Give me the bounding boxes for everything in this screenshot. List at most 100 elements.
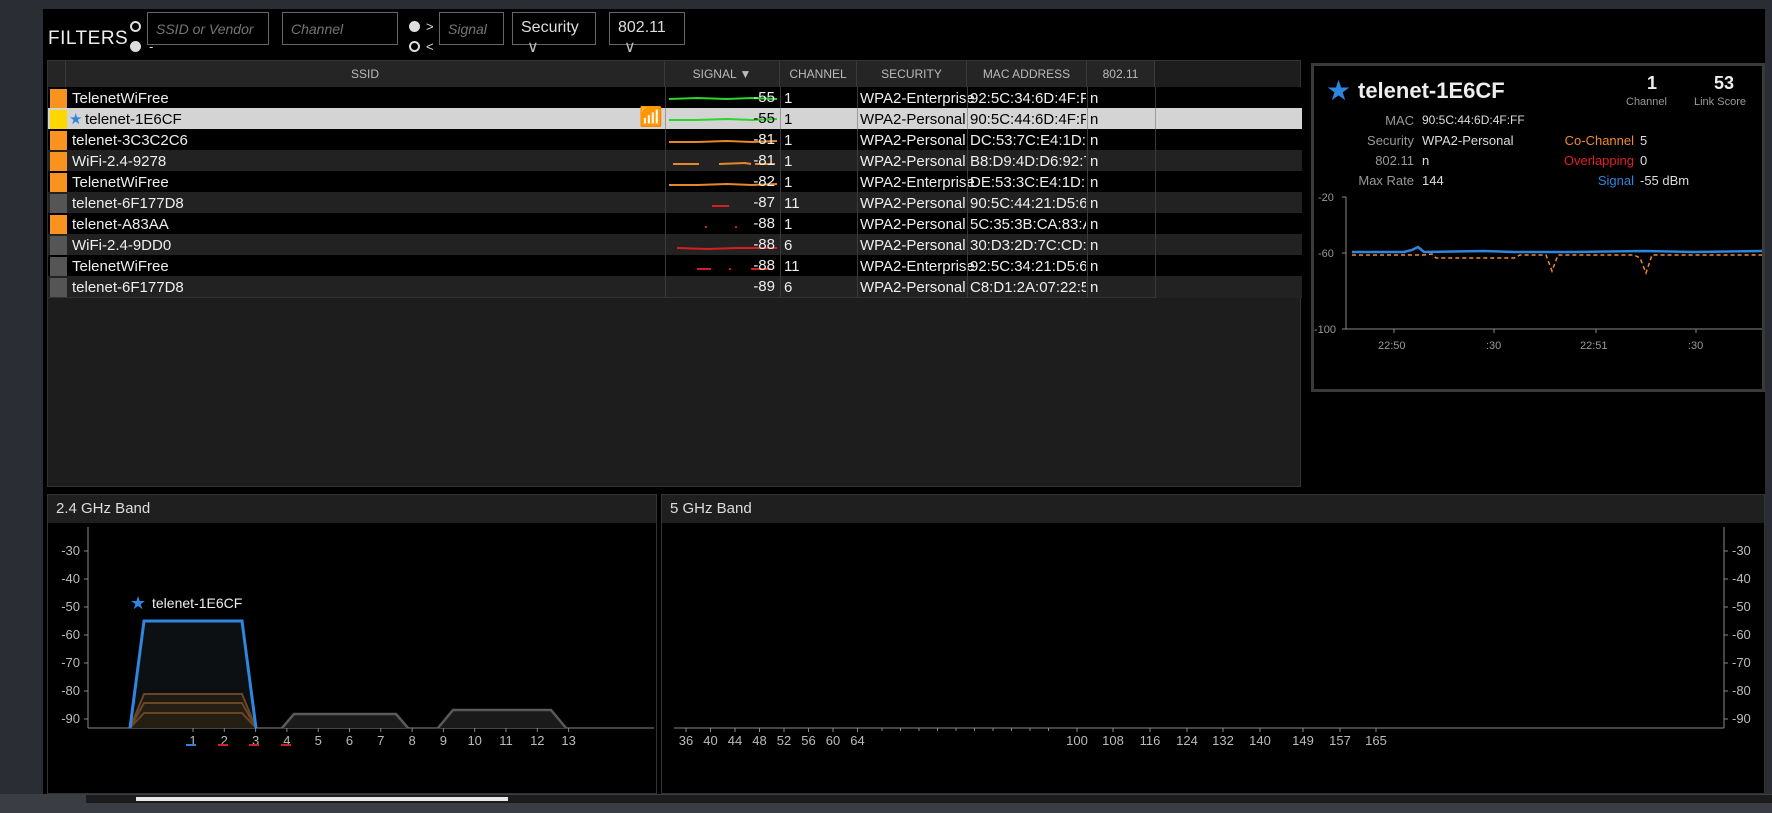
channel-tick: 11 bbox=[499, 733, 513, 748]
channel-tick: 140 bbox=[1249, 733, 1271, 748]
security-cell: WPA2-Personal bbox=[860, 237, 966, 254]
channel-tick: 149 bbox=[1292, 733, 1314, 748]
channel-tick: 100 bbox=[1066, 733, 1088, 748]
signal-greater-radio[interactable] bbox=[409, 21, 420, 32]
mac-cell: 90:5C:44:21:D5:69 bbox=[970, 195, 1086, 212]
signal-less-radio[interactable] bbox=[409, 41, 420, 52]
security-cell: WPA2-Personal bbox=[860, 111, 966, 128]
mac-column-header[interactable]: MAC ADDRESS bbox=[967, 61, 1087, 87]
table-row[interactable]: TelenetWiFree -82 1 WPA2-Enterprise DE:53:3C… bbox=[48, 171, 1302, 193]
dot11-column-header[interactable]: 802.11 bbox=[1087, 61, 1155, 87]
channel-label: Channel bbox=[1626, 96, 1667, 108]
max-rate-value: 144 bbox=[1422, 173, 1444, 188]
y-tick: -100 bbox=[1314, 324, 1336, 336]
security-value: WPA2-Personal bbox=[1422, 133, 1514, 148]
channel-6-networks bbox=[281, 712, 409, 729]
star-icon: ★ bbox=[69, 111, 83, 128]
ssid-vendor-input[interactable] bbox=[147, 12, 269, 45]
table-row[interactable]: telenet-6F177D8 -89 6 WPA2-Personal C8:D1:2A… bbox=[48, 276, 1302, 298]
signal-cell: -55 bbox=[753, 110, 775, 127]
channel-tick: 13 bbox=[561, 733, 575, 748]
horizontal-scrollbar[interactable] bbox=[86, 795, 1772, 803]
table-row[interactable]: TelenetWiFree -55 1 WPA2-Enterprise 92:5C:34… bbox=[48, 87, 1302, 109]
color-column-header bbox=[48, 61, 66, 87]
signal-cell: -82 bbox=[753, 173, 775, 190]
signal-cell: -88 bbox=[753, 257, 775, 274]
table-row[interactable]: TelenetWiFree -88 11 WPA2-Enterprise 92:5C:3… bbox=[48, 255, 1302, 277]
link-score-value: 53 bbox=[1714, 73, 1735, 93]
overlapping-label: Overlapping bbox=[1563, 153, 1634, 168]
channel-tick: 56 bbox=[801, 733, 815, 748]
channel-tick: 5 bbox=[315, 733, 322, 748]
chevron-down-icon: ∨ bbox=[527, 39, 539, 56]
signal-line bbox=[1352, 245, 1762, 254]
y-tick: -80 bbox=[61, 683, 80, 698]
scrollbar-thumb[interactable] bbox=[136, 797, 508, 801]
signal-history-chart: -20 -60 -100 22:50 :30 22:51 :30 bbox=[1314, 192, 1762, 352]
table-empty-area bbox=[48, 297, 1155, 486]
dot11-label: 802.11 bbox=[1375, 153, 1414, 168]
channel-tick: 52 bbox=[777, 733, 791, 748]
ssid-cell: telenet-3C3C2C6 bbox=[72, 132, 188, 149]
signal-value: -55 dBm bbox=[1640, 173, 1690, 188]
dot11-dropdown-label: 802.11 bbox=[618, 19, 666, 36]
table-row[interactable]: WiFi-2.4-9278 -81 1 WPA2-Personal B8:D9:4D:D… bbox=[48, 150, 1302, 172]
security-cell: WPA2-Personal bbox=[860, 216, 966, 233]
table-row[interactable]: telenet-3C3C2C6 -81 1 WPA2-Personal DC:53:7C… bbox=[48, 129, 1302, 151]
signal-label: Signal bbox=[1597, 173, 1634, 188]
x-tick: :30 bbox=[1486, 340, 1501, 352]
ssid-column-header[interactable]: SSID bbox=[66, 61, 665, 87]
security-cell: WPA2-Personal bbox=[860, 195, 966, 212]
network-color-swatch bbox=[50, 173, 67, 192]
table-row[interactable]: ★ telenet-1E6CF 📶 -55 1 WPA2-Personal 90:5C:44… bbox=[48, 108, 1302, 130]
ssid-cell: telenet-1E6CF bbox=[85, 111, 182, 128]
ssid-cell: telenet-A83AA bbox=[72, 216, 169, 233]
y-tick: -60 bbox=[1318, 248, 1334, 260]
channel-cell: 11 bbox=[784, 258, 800, 275]
co-channel-line bbox=[1352, 253, 1762, 276]
greater-symbol: > bbox=[426, 19, 434, 34]
dot11-dropdown[interactable]: 802.11 ∨ bbox=[609, 12, 685, 56]
security-label: Security bbox=[1367, 133, 1414, 148]
channel-cell: 1 bbox=[784, 174, 793, 191]
security-dropdown[interactable]: Security ∨ bbox=[512, 12, 596, 56]
security-cell: WPA2-Personal bbox=[860, 153, 966, 170]
dot11-cell: n bbox=[1090, 111, 1099, 128]
ssid-cell: TelenetWiFree bbox=[72, 90, 169, 107]
networks-table: SSID SIGNAL ▼ CHANNEL SECURITY MAC ADDRE… bbox=[47, 60, 1302, 487]
signal-input[interactable] bbox=[439, 12, 504, 45]
mac-cell: 92:5C:34:6D:4F:FF bbox=[970, 90, 1086, 107]
ssid-cell: telenet-6F177D8 bbox=[72, 195, 184, 212]
security-column-header[interactable]: SECURITY bbox=[857, 61, 967, 87]
x-tick: :30 bbox=[1688, 340, 1703, 352]
mac-cell: C8:D1:2A:07:22:50 bbox=[970, 279, 1086, 296]
channel-value: 1 bbox=[1647, 73, 1658, 93]
wifi-connected-icon: 📶 bbox=[639, 107, 663, 128]
y-tick: -50 bbox=[61, 599, 80, 614]
channel-tick: 6 bbox=[346, 733, 353, 748]
dot11-cell: n bbox=[1090, 153, 1099, 170]
table-row[interactable]: telenet-A83AA -88 1 WPA2-Personal 5C:35:3B:C… bbox=[48, 213, 1302, 235]
filter-bar: FILTERS + - > < Security ∨ 802.11 ∨ bbox=[43, 9, 1765, 59]
dot11-cell: n bbox=[1090, 90, 1099, 107]
y-tick: -20 bbox=[1318, 192, 1334, 204]
exclude-radio[interactable] bbox=[130, 41, 141, 52]
signal-cell: -81 bbox=[753, 131, 775, 148]
selected-network-curve[interactable] bbox=[128, 619, 258, 729]
y-tick: -50 bbox=[1732, 599, 1751, 614]
x-tick: 22:51 bbox=[1580, 340, 1608, 352]
signal-column-header[interactable]: SIGNAL ▼ bbox=[665, 61, 780, 87]
include-radio[interactable] bbox=[130, 21, 141, 32]
dot11-cell: n bbox=[1090, 132, 1099, 149]
channel-input[interactable] bbox=[282, 12, 398, 45]
channel-column-header[interactable]: CHANNEL bbox=[780, 61, 857, 87]
channel-tick: 157 bbox=[1329, 733, 1351, 748]
ssid-cell: telenet-6F177D8 bbox=[72, 279, 184, 296]
channel-tick: 7 bbox=[377, 733, 384, 748]
channel-tick: 40 bbox=[703, 733, 717, 748]
table-row[interactable]: telenet-6F177D8 -87 11 WPA2-Personal 90:5C:4… bbox=[48, 192, 1302, 214]
channel-tick: 10 bbox=[467, 733, 481, 748]
table-row[interactable]: WiFi-2.4-9DD0 -88 6 WPA2-Personal 30:D3:2D:7… bbox=[48, 234, 1302, 256]
mac-label: MAC bbox=[1385, 113, 1414, 128]
ssid-cell: TelenetWiFree bbox=[72, 258, 169, 275]
